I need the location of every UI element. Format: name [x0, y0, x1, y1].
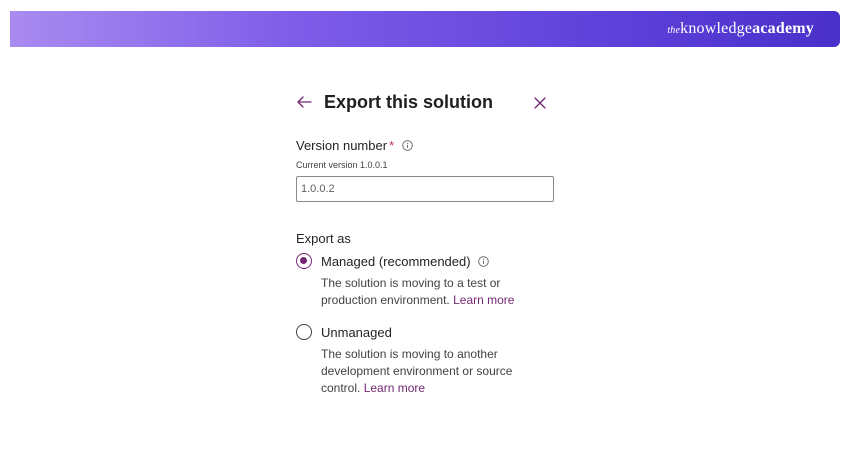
managed-radio-button[interactable] [296, 253, 312, 269]
brand-bold: academy [752, 20, 814, 37]
brand-light: knowledge [680, 20, 753, 37]
version-number-input[interactable] [296, 176, 554, 202]
managed-learn-more-link[interactable]: Learn more [453, 293, 514, 307]
version-label-text: Version number [296, 138, 388, 153]
page-title: Export this solution [324, 92, 493, 112]
header-banner: theknowledgeacademy [10, 11, 840, 47]
unmanaged-radio-button[interactable] [296, 324, 312, 340]
export-as-label: Export as [296, 231, 351, 246]
version-number-label: Version number * [296, 138, 413, 154]
export-solution-panel: Export this solution Version number * Cur… [296, 90, 566, 395]
current-version-text: Current version 1.0.0.1 [296, 160, 388, 170]
close-icon[interactable] [534, 96, 546, 114]
unmanaged-option-label: Unmanaged [321, 325, 392, 340]
back-arrow-icon[interactable] [296, 94, 312, 115]
brand-logo: theknowledgeacademy [667, 20, 814, 38]
panel-header: Export this solution [296, 90, 566, 120]
info-icon[interactable] [478, 255, 489, 270]
brand-prefix: the [667, 25, 681, 36]
required-asterisk: * [389, 138, 395, 153]
unmanaged-option-description: The solution is moving to another develo… [321, 346, 536, 397]
managed-label-text: Managed (recommended) [321, 254, 471, 269]
managed-option-description: The solution is moving to a test or prod… [321, 275, 536, 309]
info-icon[interactable] [401, 139, 413, 154]
managed-option-label: Managed (recommended) [321, 254, 489, 270]
unmanaged-learn-more-link[interactable]: Learn more [364, 381, 425, 395]
